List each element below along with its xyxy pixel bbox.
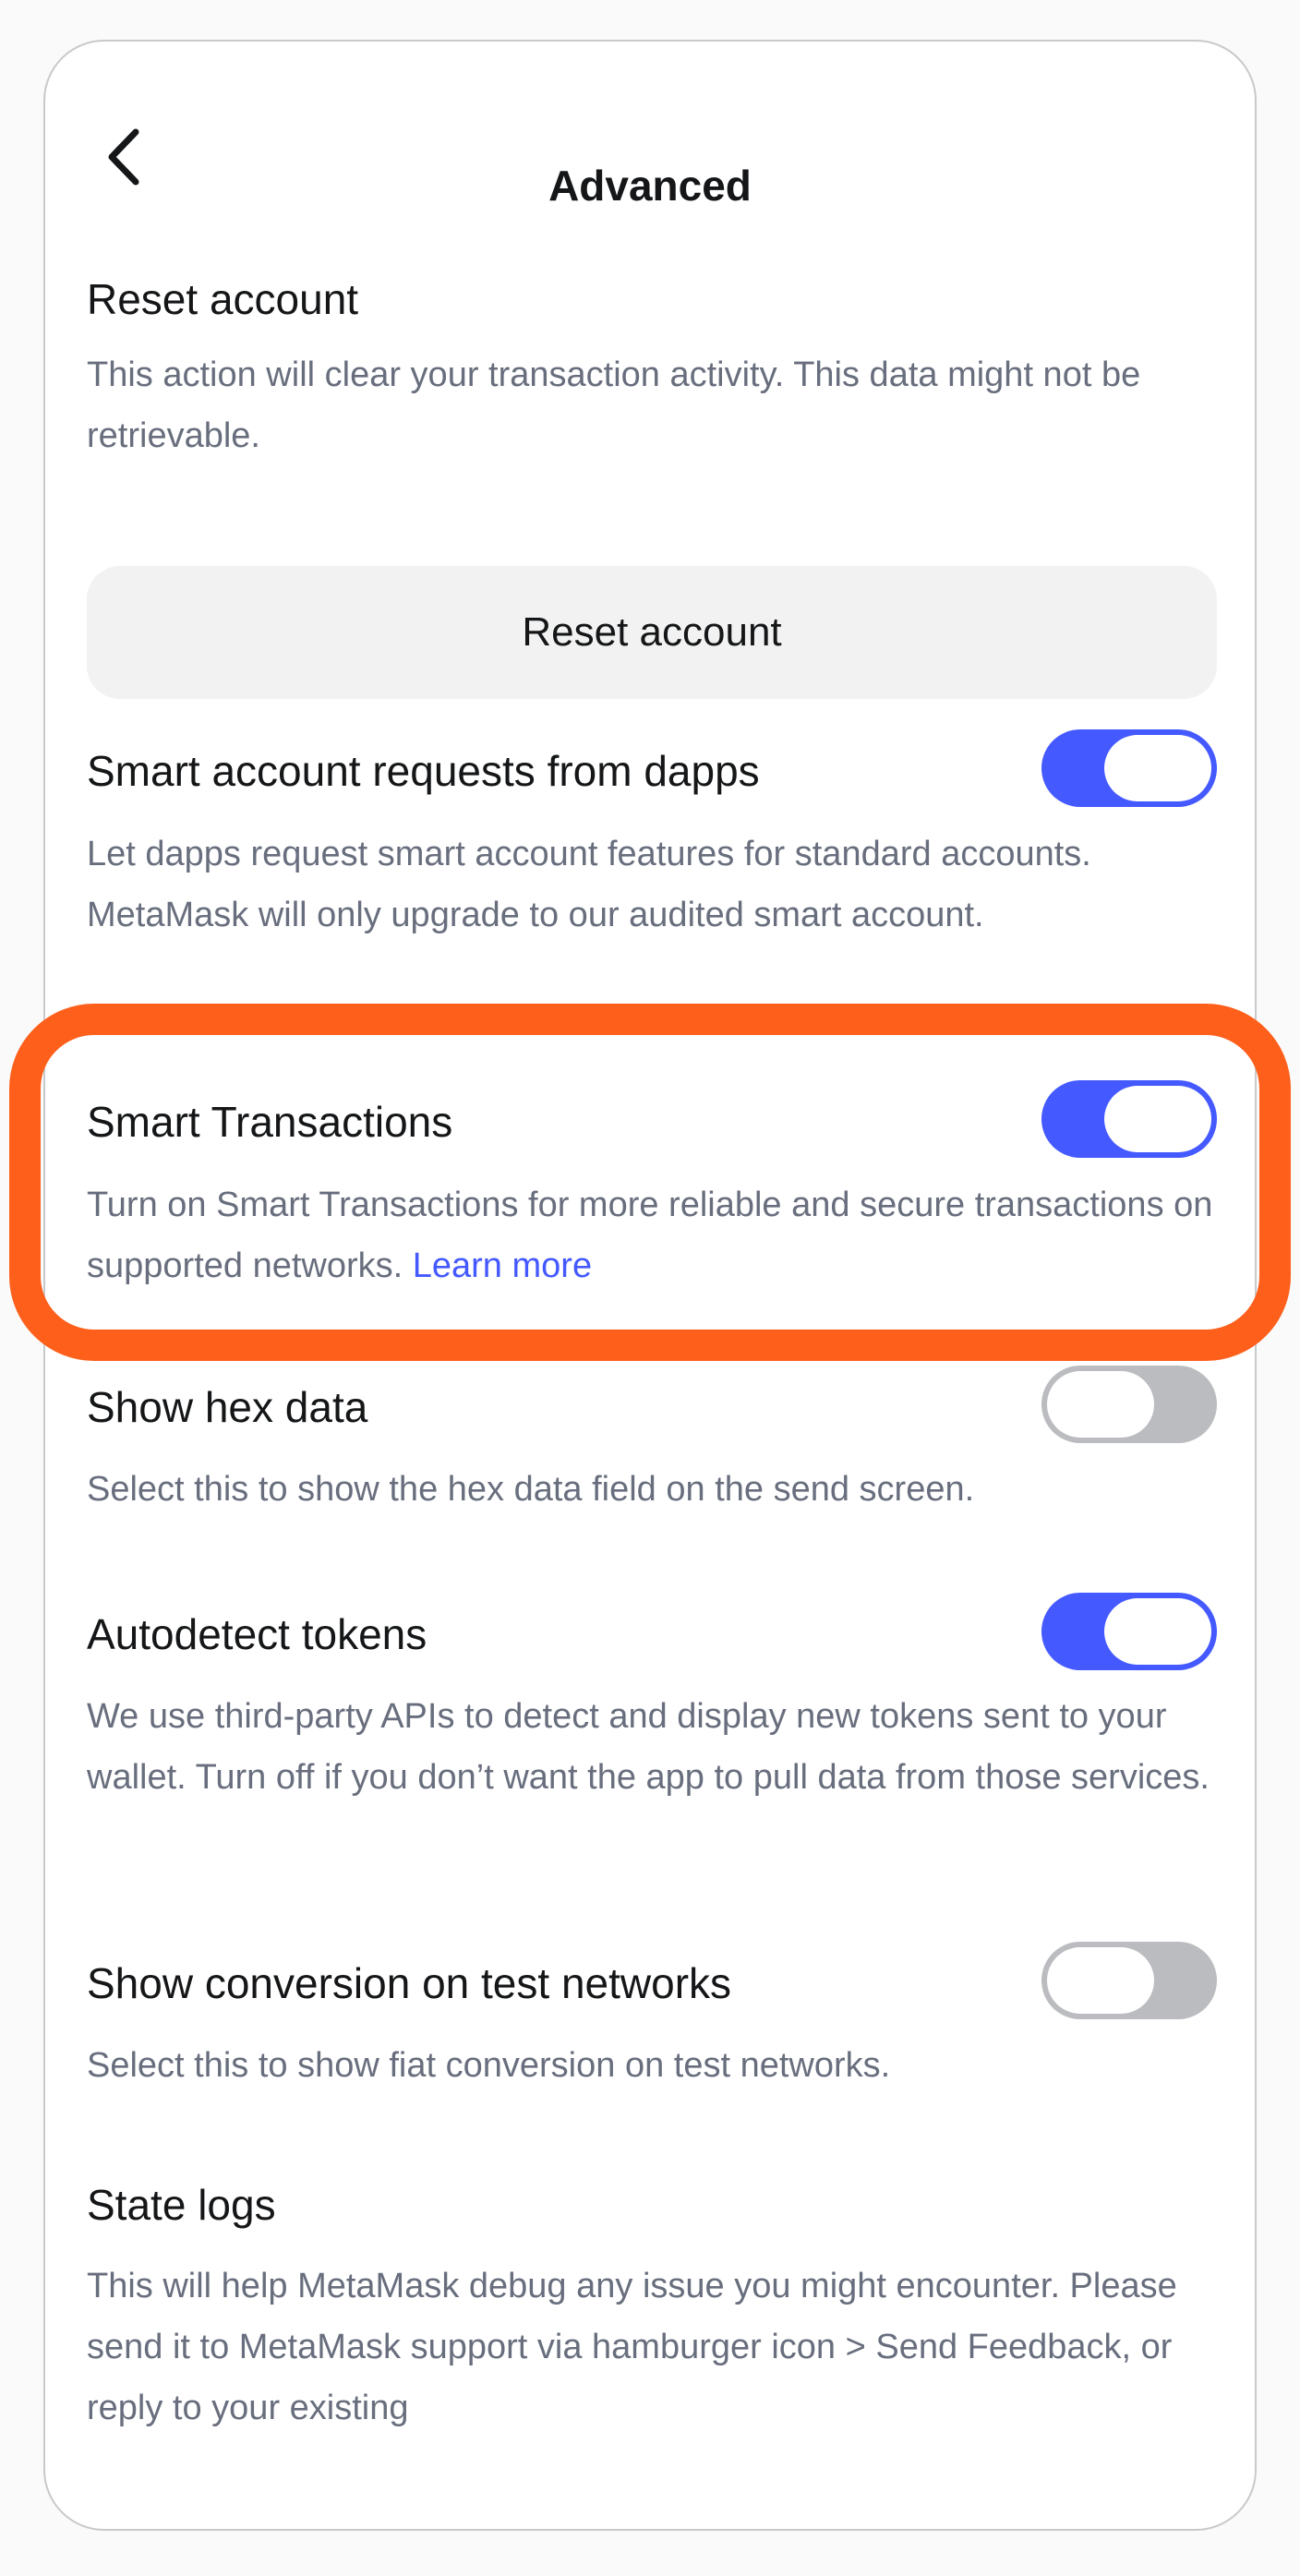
- toggle-knob: [1104, 1086, 1211, 1152]
- show-conversion-test-networks-description: Select this to show fiat conversion on t…: [87, 2046, 891, 2085]
- toggle-knob: [1047, 1947, 1154, 2014]
- show-hex-data-title: Show hex data: [87, 1383, 368, 1431]
- smart-transactions-section: Smart Transactions Turn on Smart Transac…: [87, 1071, 1217, 1348]
- state-logs-section: State logs This will help MetaMask debug…: [87, 2160, 1217, 2492]
- smart-account-requests-section: Smart account requests from dapps Let da…: [87, 720, 1217, 1034]
- smart-transactions-description: Turn on Smart Transactions for more reli…: [87, 1174, 1217, 1296]
- reset-account-section: Reset account This action will clear you…: [87, 272, 1217, 706]
- show-conversion-test-networks-toggle[interactable]: [1041, 1942, 1217, 2019]
- smart-transactions-toggle[interactable]: [1041, 1080, 1217, 1158]
- toggle-knob: [1104, 1598, 1211, 1665]
- show-hex-data-toggle[interactable]: [1041, 1366, 1217, 1443]
- settings-screen: Advanced Reset account This action will …: [43, 40, 1257, 2531]
- toggle-knob: [1104, 735, 1211, 801]
- toggle-knob: [1047, 1371, 1154, 1438]
- smart-account-requests-description: Let dapps request smart account features…: [87, 835, 1091, 934]
- learn-more-link[interactable]: Learn more: [413, 1246, 592, 1285]
- autodetect-tokens-toggle[interactable]: [1041, 1593, 1217, 1670]
- show-hex-data-description: Select this to show the hex data field o…: [87, 1470, 975, 1509]
- state-logs-title: State logs: [87, 2181, 276, 2229]
- smart-account-requests-toggle[interactable]: [1041, 729, 1217, 807]
- smart-transactions-title: Smart Transactions: [87, 1098, 453, 1146]
- page-title: Advanced: [548, 162, 752, 210]
- state-logs-description: This will help MetaMask debug any issue …: [87, 2267, 1177, 2427]
- reset-account-description: This action will clear your transaction …: [87, 355, 1141, 455]
- show-conversion-test-networks-section: Show conversion on test networks Select …: [87, 1938, 1217, 2150]
- smart-transactions-description-text: Turn on Smart Transactions for more reli…: [87, 1186, 1213, 1285]
- header: Advanced: [45, 42, 1255, 263]
- autodetect-tokens-title: Autodetect tokens: [87, 1610, 427, 1658]
- reset-account-button[interactable]: Reset account: [87, 566, 1217, 699]
- autodetect-tokens-description: We use third-party APIs to detect and di…: [87, 1697, 1210, 1797]
- show-hex-data-section: Show hex data Select this to show the he…: [87, 1362, 1217, 1574]
- reset-account-title: Reset account: [87, 275, 359, 323]
- show-conversion-test-networks-title: Show conversion on test networks: [87, 1959, 732, 2007]
- smart-account-requests-title: Smart account requests from dapps: [87, 747, 760, 795]
- autodetect-tokens-section: Autodetect tokens We use third-party API…: [87, 1589, 1217, 1931]
